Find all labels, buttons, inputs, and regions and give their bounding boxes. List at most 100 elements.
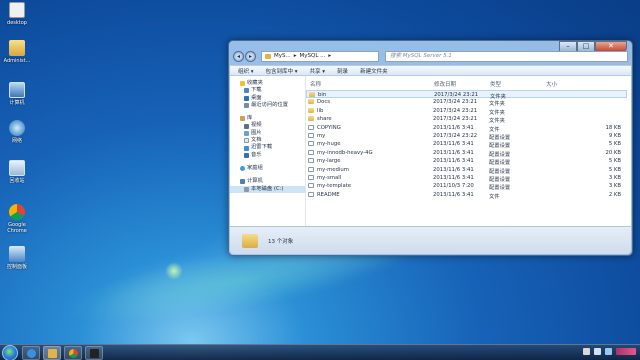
file-row[interactable]: lib 2017/3/24 23:21 文件夹 <box>306 107 627 116</box>
file-icon <box>308 149 314 155</box>
file-row[interactable]: bin 2017/3/24 23:21 文件夹 <box>306 90 627 100</box>
file-modified: 2013/11/6 3:41 <box>433 141 474 148</box>
file-size: 2 KB <box>608 191 621 198</box>
desktop-control-panel-icon[interactable]: 控制面板 <box>2 246 32 270</box>
include-in-library-button[interactable]: 包含到库中 ▾ <box>266 67 298 75</box>
taskbar-terminal-button[interactable] <box>85 346 103 360</box>
sidebar-item-libraries[interactable]: 库 <box>230 115 305 122</box>
file-row[interactable]: my-template 2011/10/3 7:20 配置设置 3 KB <box>306 182 627 191</box>
file-row[interactable]: my 2017/3/24 23:22 配置设置 9 KB <box>306 132 627 141</box>
sidebar-item-desktop[interactable]: 桌面 <box>230 95 305 102</box>
address-bar[interactable]: MyS... ▸ MySQL ... ▸ <box>261 50 379 62</box>
file-row[interactable]: my-large 2013/11/6 3:41 配置设置 5 KB <box>306 157 627 166</box>
file-icon <box>308 133 314 138</box>
flag-icon[interactable] <box>583 348 590 355</box>
sidebar-item-music[interactable]: 音乐 <box>230 152 305 159</box>
burn-button[interactable]: 刻录 <box>337 67 348 75</box>
sidebar-item-homegroup[interactable]: 家庭组 <box>230 165 305 172</box>
file-modified: 2013/11/6 3:41 <box>433 124 474 131</box>
desktop-recycle-bin-icon[interactable]: 回收站 <box>2 160 32 184</box>
sidebar-item-favorites[interactable]: 收藏夹 <box>230 80 305 87</box>
chevron-right-icon: ▸ <box>328 53 332 59</box>
star-icon <box>240 81 245 87</box>
file-icon <box>308 124 314 130</box>
folder-icon <box>48 349 57 358</box>
desktop-icon-label: desktop <box>7 20 27 26</box>
start-button[interactable] <box>2 345 18 360</box>
file-icon <box>308 141 314 147</box>
explorer-window[interactable]: – □ ✕ ◂ ▸ MyS... ▸ MySQL ... ▸ 搜索 MySQL … <box>228 40 633 256</box>
file-row[interactable]: my-small 2013/11/6 3:41 配置设置 3 KB <box>306 174 627 183</box>
desktop-user-icon[interactable]: Administ... <box>2 40 32 64</box>
file-name: my <box>317 133 326 139</box>
file-size: 5 KB <box>608 166 621 173</box>
monitor-icon <box>244 95 249 101</box>
column-header-type[interactable]: 类型 <box>490 80 501 88</box>
desktop-icon-label: 控制面板 <box>6 264 27 270</box>
file-size: 5 KB <box>608 158 621 165</box>
file-icon <box>308 183 314 189</box>
sidebar-item-computer[interactable]: 计算机 <box>230 178 305 185</box>
file-modified: 2013/11/6 3:41 <box>433 191 474 198</box>
sidebar-item-label: 图片 <box>251 129 262 136</box>
sidebar-item-label: 下载 <box>251 87 262 94</box>
library-icon <box>240 116 245 122</box>
taskbar-ie-button[interactable] <box>22 346 40 360</box>
folder-icon <box>308 99 314 105</box>
forward-button[interactable]: ▸ <box>245 50 256 62</box>
new-folder-button[interactable]: 新建文件夹 <box>360 67 388 75</box>
sidebar-item-recent[interactable]: 最近访问的位置 <box>230 102 305 109</box>
taskbar <box>0 344 640 360</box>
sidebar-item-label: 最近访问的位置 <box>251 101 289 108</box>
sidebar-item-thunder-downloads[interactable]: 迅雷下载 <box>230 144 305 151</box>
sidebar-item-label: 视频 <box>251 122 262 129</box>
desktop-computer-icon[interactable]: 计算机 <box>2 82 32 106</box>
file-row[interactable]: COPYING 2013/11/6 3:41 文件 18 KB <box>306 124 627 133</box>
file-name: my-medium <box>317 166 349 173</box>
file-size: 18 KB <box>605 124 621 131</box>
folder-icon <box>309 92 315 97</box>
desktop-folder-icon[interactable]: desktop <box>2 2 32 26</box>
network-icon[interactable] <box>605 348 612 355</box>
file-row[interactable]: share 2017/3/24 23:21 文件夹 <box>306 115 627 124</box>
file-row[interactable]: my-medium 2013/11/6 3:41 配置设置 5 KB <box>306 166 627 175</box>
terminal-icon <box>90 349 99 358</box>
taskbar-explorer-button[interactable] <box>43 346 61 360</box>
breadcrumb-segment[interactable]: MySQL ... <box>300 53 326 59</box>
file-modified: 2011/10/3 7:20 <box>433 183 474 190</box>
file-list: 名称 修改日期 类型 大小 bin 2017/3/24 23:21 文件夹 Docs 2… <box>306 76 631 227</box>
column-header-size[interactable]: 大小 <box>546 80 557 88</box>
file-row[interactable]: my-innodb-heavy-4G 2013/11/6 3:41 配置设置 20 K… <box>306 149 627 158</box>
homegroup-icon <box>240 166 245 172</box>
document-icon <box>244 138 249 144</box>
file-row[interactable]: Docs 2017/3/24 23:21 文件夹 <box>306 98 627 107</box>
column-header-modified[interactable]: 修改日期 <box>434 80 456 88</box>
picture-icon <box>244 130 249 136</box>
file-modified: 2013/11/6 3:41 <box>433 158 474 165</box>
column-header-name[interactable]: 名称 <box>310 80 321 88</box>
sidebar-item-local-disk-c[interactable]: 本地磁盘 (C:) <box>230 185 305 193</box>
file-icon <box>308 158 314 164</box>
file-row[interactable]: my-huge 2013/11/6 3:41 配置设置 5 KB <box>306 140 627 149</box>
content-area: 收藏夹 下载 桌面 最近访问的位置 库 视频 图片 文档 迅雷下载 音乐 家庭组… <box>230 76 631 227</box>
sidebar-item-label: 本地磁盘 (C:) <box>251 185 284 192</box>
desktop-network-icon[interactable]: 网络 <box>2 120 32 144</box>
file-type: 文件 <box>489 193 500 200</box>
file-modified: 2017/3/24 23:21 <box>433 99 478 106</box>
share-button[interactable]: 共享 ▾ <box>310 67 326 75</box>
organize-button[interactable]: 组织 ▾ <box>238 67 254 75</box>
sidebar-item-downloads[interactable]: 下载 <box>230 87 305 94</box>
file-modified: 2017/3/24 23:21 <box>433 107 478 114</box>
file-row[interactable]: README 2013/11/6 3:41 文件 2 KB <box>306 191 627 200</box>
download-icon <box>244 88 249 94</box>
wallpaper-logo-flare <box>165 262 183 280</box>
search-input[interactable]: 搜索 MySQL Server 5.1 <box>385 50 628 62</box>
speaker-icon[interactable] <box>594 348 601 355</box>
sidebar-item-videos[interactable]: 视频 <box>230 122 305 129</box>
breadcrumb-segment[interactable]: MyS... <box>274 53 291 59</box>
desktop-icon-label: Administ... <box>3 58 31 64</box>
taskbar-chrome-button[interactable] <box>64 346 82 360</box>
sidebar-item-pictures[interactable]: 图片 <box>230 130 305 137</box>
desktop-chrome-icon[interactable]: Google Chrome <box>2 204 32 234</box>
back-button[interactable]: ◂ <box>233 50 244 62</box>
